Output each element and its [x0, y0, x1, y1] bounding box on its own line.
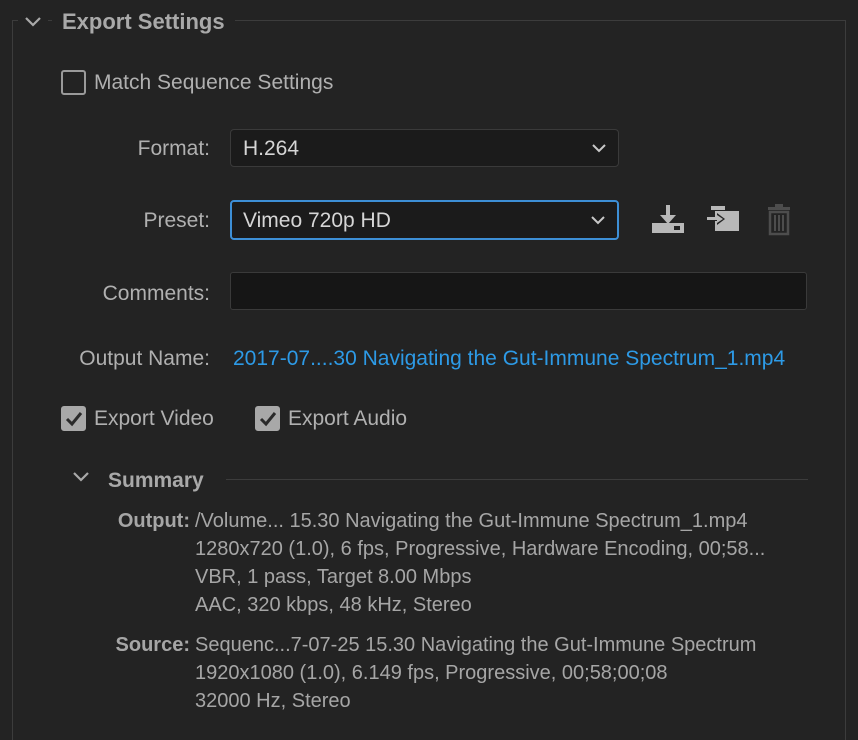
match-sequence-label: Match Sequence Settings [94, 71, 334, 94]
format-select[interactable]: H.264 [230, 129, 619, 167]
summary-title: Summary [108, 469, 204, 492]
export-video-label: Export Video [94, 407, 214, 430]
format-value: H.264 [243, 137, 300, 160]
summary-source-line: Sequenc...7-07-25 15.30 Navigating the G… [195, 634, 757, 656]
export-audio-label: Export Audio [288, 407, 408, 430]
summary-collapse-toggle[interactable] [72, 470, 92, 486]
summary-output-line: AAC, 320 kbps, 48 kHz, Stereo [195, 594, 472, 616]
summary-output-key: Output: [117, 510, 190, 532]
checkmark-icon [65, 412, 83, 427]
preset-label: Preset: [143, 209, 210, 232]
import-preset-icon [707, 206, 739, 231]
import-preset-button[interactable] [705, 203, 741, 237]
chevron-down-icon [25, 17, 41, 27]
comments-input[interactable] [230, 272, 807, 310]
summary-divider [226, 479, 808, 480]
output-name-label: Output Name: [79, 347, 210, 370]
chevron-down-icon [592, 144, 606, 153]
collapse-toggle[interactable] [18, 8, 48, 36]
comments-label: Comments: [102, 282, 210, 305]
chevron-down-icon [73, 472, 89, 482]
save-preset-button[interactable] [650, 203, 686, 237]
output-name-link[interactable]: 2017-07....30 Navigating the Gut-Immune … [233, 346, 785, 372]
save-preset-icon [652, 205, 684, 233]
summary-source-key: Source: [115, 634, 190, 656]
panel-title: Export Settings [52, 8, 235, 36]
delete-preset-button[interactable] [762, 203, 798, 237]
summary-output-line: 1280x720 (1.0), 6 fps, Progressive, Hard… [195, 538, 766, 560]
summary-output-line: /Volume... 15.30 Navigating the Gut-Immu… [195, 510, 748, 532]
preset-select[interactable]: Vimeo 720p HD [230, 200, 619, 240]
export-settings-panel: Export Settings Match Sequence Settings … [0, 0, 858, 740]
chevron-down-icon [591, 216, 605, 225]
summary-source-line: 32000 Hz, Stereo [195, 690, 351, 712]
summary-source-line: 1920x1080 (1.0), 6.149 fps, Progressive,… [195, 662, 668, 684]
export-video-checkbox[interactable] [61, 406, 86, 431]
match-sequence-checkbox[interactable] [61, 70, 86, 95]
summary-output-line: VBR, 1 pass, Target 8.00 Mbps [195, 566, 472, 588]
trash-icon [768, 204, 790, 236]
export-audio-checkbox[interactable] [255, 406, 280, 431]
format-label: Format: [137, 137, 210, 160]
preset-value: Vimeo 720p HD [243, 209, 391, 232]
checkmark-icon [259, 412, 277, 427]
